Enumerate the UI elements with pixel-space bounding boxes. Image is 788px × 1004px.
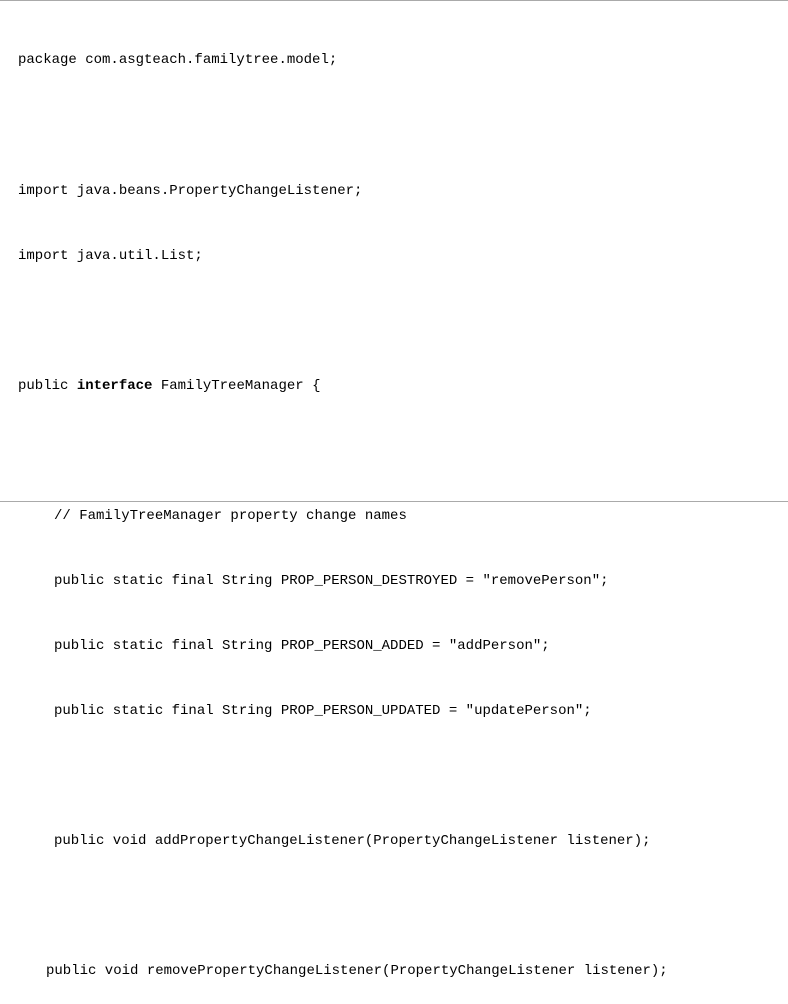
keyword-public: public [18,378,77,394]
method-declaration: public void removePropertyChangeListener… [18,961,770,983]
constant-declaration: public static final String PROP_PERSON_A… [18,636,770,658]
blank-line [18,311,770,333]
class-name: FamilyTreeManager { [152,378,320,394]
package-declaration: package com.asgteach.familytree.model; [18,50,770,72]
interface-declaration: public interface FamilyTreeManager { [18,376,770,398]
blank-line [18,896,770,918]
constant-declaration: public static final String PROP_PERSON_U… [18,701,770,723]
blank-line [18,766,770,788]
blank-line [18,115,770,137]
constant-declaration: public static final String PROP_PERSON_D… [18,571,770,593]
blank-line [18,441,770,463]
code-listing: package com.asgteach.familytree.model; i… [18,7,770,1004]
import-statement: import java.util.List; [18,246,770,268]
comment-line: // FamilyTreeManager property change nam… [18,506,770,528]
import-statement: import java.beans.PropertyChangeListener… [18,181,770,203]
method-declaration: public void addPropertyChangeListener(Pr… [18,831,770,853]
keyword-interface: interface [77,378,153,394]
